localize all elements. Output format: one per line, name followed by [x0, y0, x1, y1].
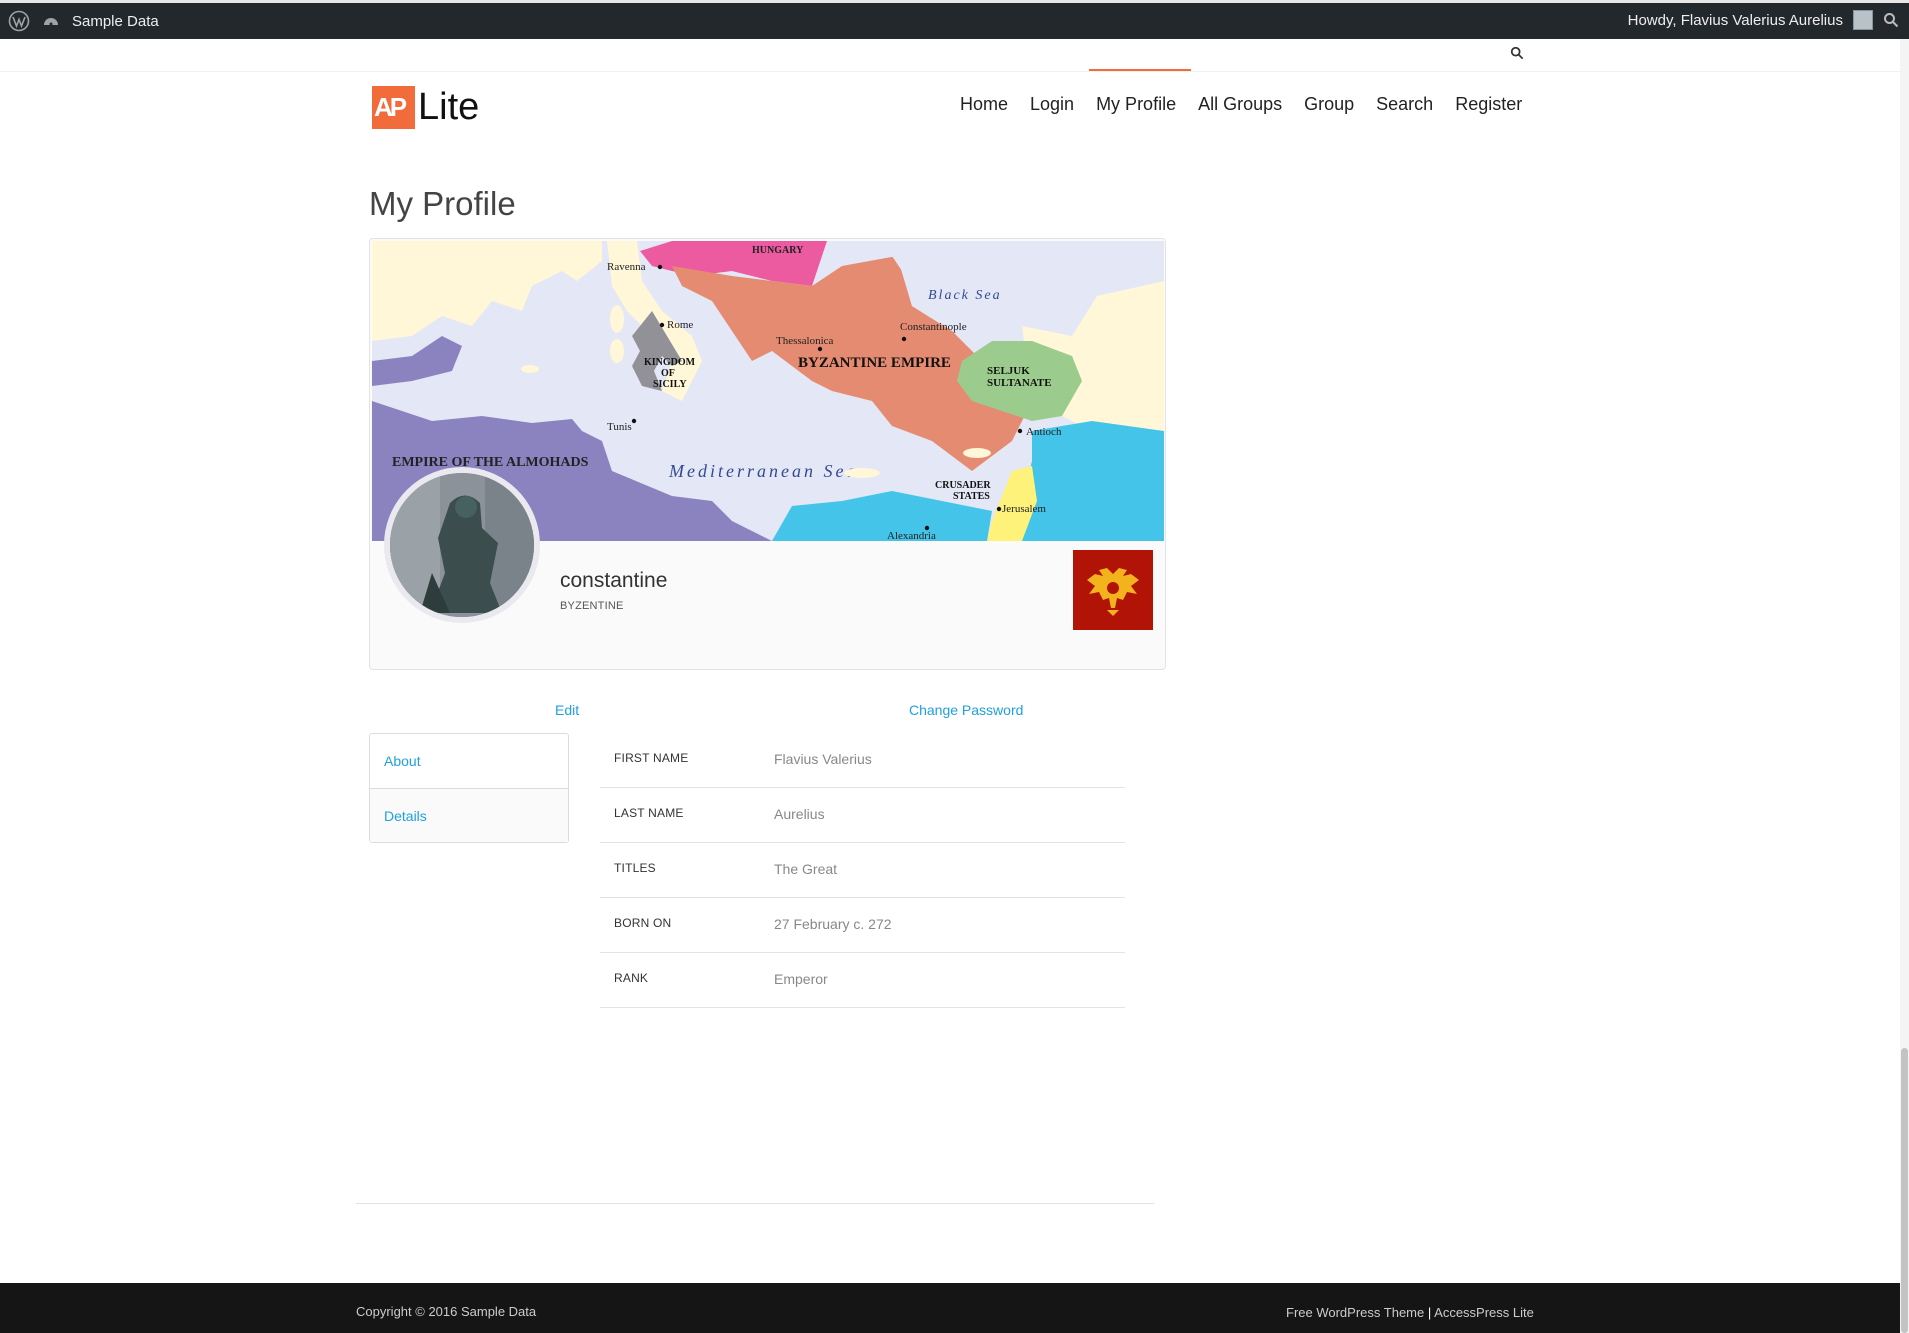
admin-bar: Sample Data Howdy, Flavius Valerius Aure… — [0, 0, 1909, 39]
map-island — [844, 468, 880, 478]
content-divider — [356, 1203, 1154, 1204]
profile-card: EMPIRE OF THE ALMOHADS HUNGARY Ravenna R… — [369, 238, 1166, 670]
admin-bar-greeting[interactable]: Howdy, Flavius Valerius Aurelius — [1628, 12, 1843, 29]
map-city-tunis — [631, 418, 637, 424]
field-label: FIRST NAME — [614, 751, 689, 765]
field-label: BORN ON — [614, 916, 672, 930]
map-label-kingdom-2: OF — [661, 368, 675, 379]
field-value: Flavius Valerius — [774, 751, 872, 767]
nav-item-group[interactable]: Group — [1304, 94, 1354, 115]
footer-theme-link[interactable]: Free WordPress Theme — [1286, 1305, 1424, 1320]
logo-mark-text: AP — [374, 92, 407, 122]
map-island — [963, 448, 991, 458]
nav-item-my-profile[interactable]: My Profile — [1096, 94, 1176, 115]
map-label-constantinople: Constantinople — [900, 321, 967, 333]
footer-separator: | — [1427, 1305, 1432, 1320]
map-label-tunis: Tunis — [607, 421, 632, 433]
map-city-jerusalem — [996, 506, 1002, 512]
profile-name: constantine — [560, 569, 668, 592]
field-value: Aurelius — [774, 806, 825, 822]
footer-theme-name-link[interactable]: AccessPress Lite — [1434, 1305, 1534, 1320]
search-icon[interactable] — [1510, 46, 1524, 60]
search-icon[interactable] — [1883, 12, 1899, 28]
field-row-last-name: LAST NAME Aurelius — [600, 788, 1125, 843]
map-label-crusader-1: CRUSADER — [935, 480, 991, 491]
map-city-thessalonica — [817, 346, 823, 352]
active-menu-indicator — [1089, 69, 1191, 71]
dashboard-icon[interactable] — [42, 12, 60, 30]
admin-avatar[interactable] — [1853, 10, 1873, 30]
statue-image — [390, 473, 534, 617]
footer-copyright: Copyright © 2016 Sample Data — [356, 1304, 537, 1319]
main-nav: Home Login My Profile All Groups Group S… — [960, 94, 1544, 115]
edit-profile-link[interactable]: Edit — [555, 702, 579, 718]
group-flag[interactable] — [1073, 550, 1153, 630]
nav-item-search[interactable]: Search — [1376, 94, 1433, 115]
map-city-rome — [659, 322, 665, 328]
site-logo[interactable]: AP Lite — [372, 86, 479, 129]
wordpress-icon[interactable] — [8, 10, 30, 32]
field-label: RANK — [614, 971, 649, 985]
map-city-constantinople — [901, 336, 907, 342]
map-label-rome: Rome — [667, 319, 693, 331]
profile-fields: FIRST NAME Flavius Valerius LAST NAME Au… — [600, 733, 1125, 1008]
map-label-hungary: HUNGARY — [752, 245, 804, 256]
double-headed-eagle-icon — [1087, 568, 1139, 616]
map-label-almohads: EMPIRE OF THE ALMOHADS — [392, 455, 589, 470]
map-label-seljuk-1: SELJUK — [987, 365, 1030, 377]
map-island — [610, 339, 624, 363]
map-label-ravenna: Ravenna — [607, 261, 646, 273]
map-label-crusader-2: STATES — [953, 491, 990, 502]
utility-bar — [0, 39, 1909, 72]
nav-item-login[interactable]: Login — [1030, 94, 1074, 115]
map-label-black-sea: Black Sea — [928, 288, 1002, 303]
profile-group: BYZENTINE — [560, 600, 624, 612]
profile-tabs: About Details — [369, 733, 569, 843]
field-value: The Great — [774, 861, 838, 877]
field-row-first-name: FIRST NAME Flavius Valerius — [600, 733, 1125, 788]
tab-details[interactable]: Details — [370, 788, 568, 842]
field-row-born-on: BORN ON 27 February c. 272 — [600, 898, 1125, 953]
tab-about[interactable]: About — [370, 734, 568, 788]
map-label-mediterranean: Mediterranean Sea — [668, 461, 858, 481]
site-footer: Copyright © 2016 Sample Data Free WordPr… — [0, 1283, 1900, 1333]
map-city-alexandria — [924, 525, 930, 531]
map-city-ravenna — [657, 264, 663, 270]
profile-avatar[interactable] — [384, 467, 540, 623]
field-row-titles: TITLES The Great — [600, 843, 1125, 898]
map-city-antioch — [1017, 428, 1023, 434]
logo-text: Lite — [418, 86, 480, 128]
field-value: 27 February c. 272 — [774, 916, 892, 932]
map-island — [521, 365, 539, 373]
map-island — [610, 305, 624, 333]
map-label-antioch: Antioch — [1026, 426, 1062, 438]
map-label-thessalonica: Thessalonica — [776, 335, 834, 347]
footer-credit: Free WordPress Theme | AccessPress Lite — [1286, 1305, 1534, 1320]
field-label: TITLES — [614, 861, 656, 875]
change-password-link[interactable]: Change Password — [909, 702, 1023, 718]
map-label-kingdom-3: SICILY — [653, 379, 687, 390]
map-label-seljuk-2: SULTANATE — [987, 377, 1052, 389]
logo-mark: AP — [372, 86, 415, 129]
map-label-byzantine: BYZANTINE EMPIRE — [798, 355, 951, 371]
admin-bar-site-name[interactable]: Sample Data — [72, 13, 159, 30]
nav-item-register[interactable]: Register — [1455, 94, 1522, 115]
map-label-jerusalem: Jerusalem — [1002, 503, 1046, 515]
field-label: LAST NAME — [614, 806, 684, 820]
nav-item-home[interactable]: Home — [960, 94, 1008, 115]
map-label-kingdom-1: KINGDOM — [644, 357, 696, 368]
field-value: Emperor — [774, 971, 828, 987]
map-label-alexandria: Alexandria — [887, 530, 936, 541]
field-row-rank: RANK Emperor — [600, 953, 1125, 1008]
admin-bar-right: Howdy, Flavius Valerius Aurelius — [1628, 10, 1899, 30]
admin-bar-left: Sample Data — [8, 10, 159, 32]
nav-item-all-groups[interactable]: All Groups — [1198, 94, 1282, 115]
page-title: My Profile — [369, 185, 516, 222]
scrollbar-thumb[interactable] — [1901, 1048, 1908, 1333]
